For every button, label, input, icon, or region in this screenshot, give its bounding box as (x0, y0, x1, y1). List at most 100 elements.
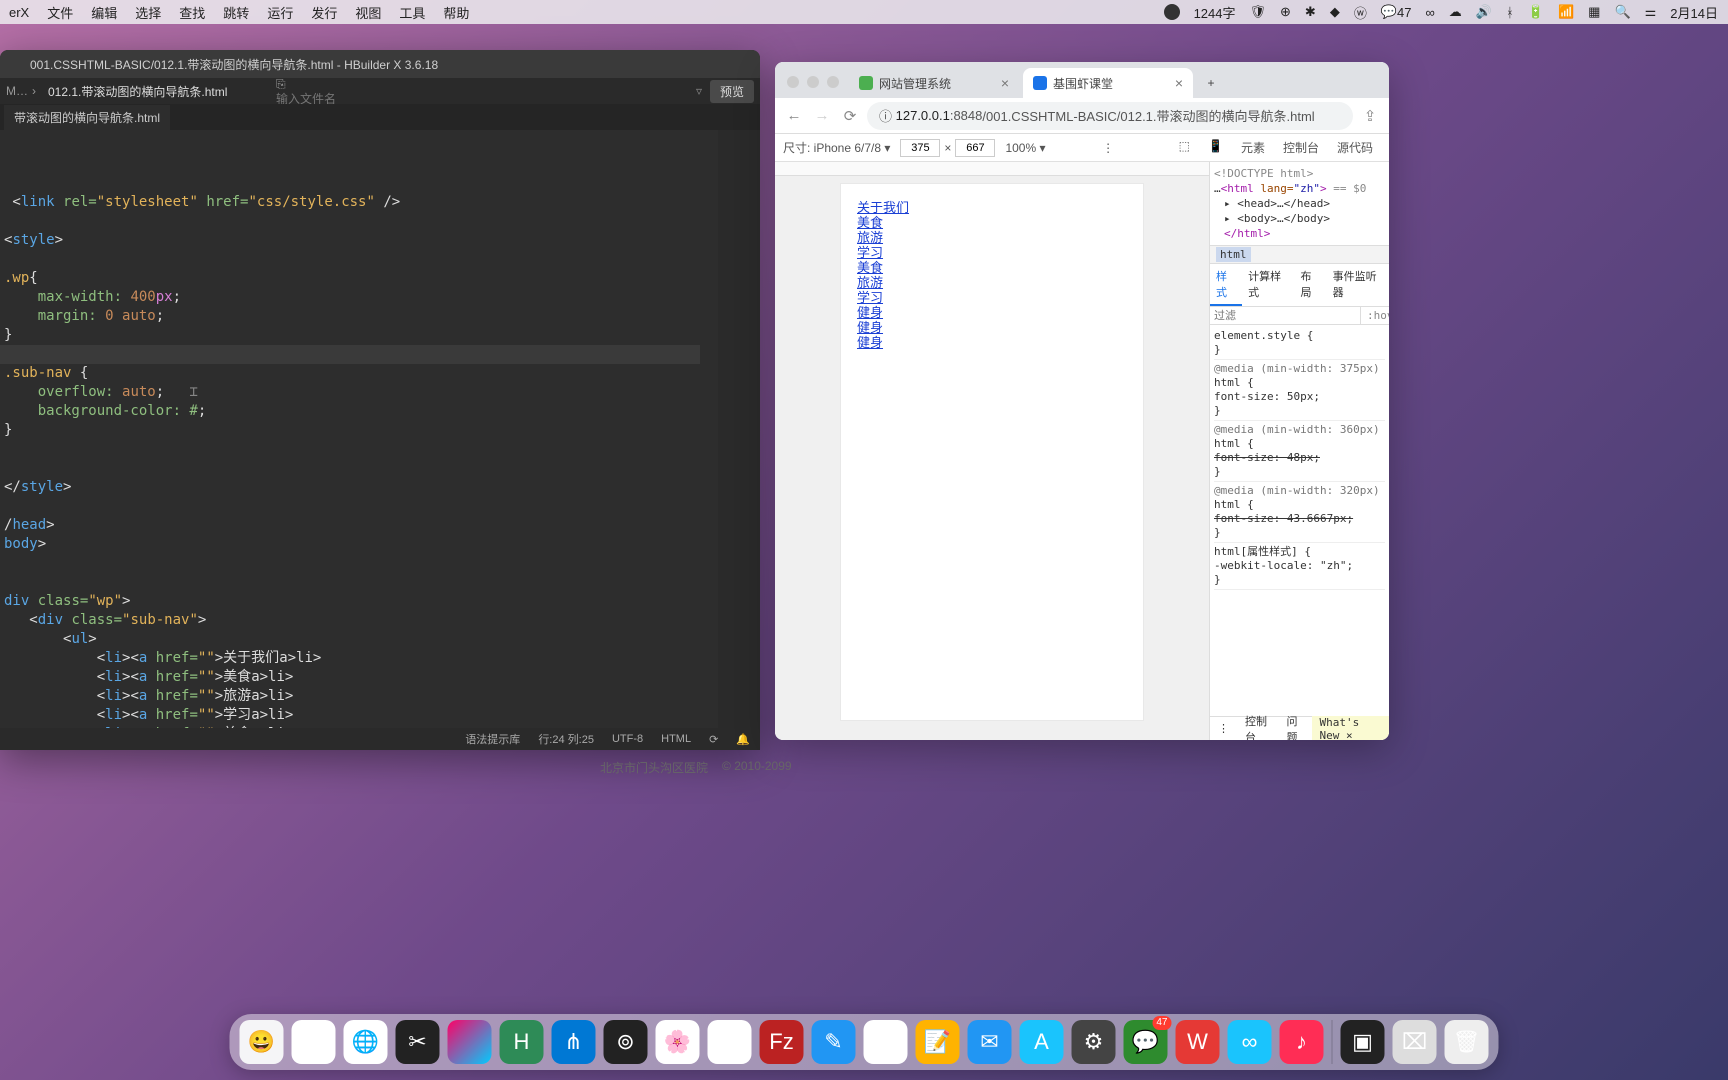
status-icon[interactable]: ∞ (1426, 5, 1435, 20)
device-icon[interactable]: 📱 (1200, 135, 1231, 160)
panel-sources[interactable]: 源代码 (1329, 135, 1381, 160)
tab-listeners[interactable]: 事件监听器 (1327, 264, 1389, 306)
nav-link[interactable]: 健身 (857, 305, 1127, 320)
battery-icon[interactable]: 🔋 (1528, 4, 1544, 20)
editor-tab[interactable]: 带滚动图的横向导航条.html (4, 105, 170, 130)
traffic-lights[interactable] (783, 76, 849, 98)
menu-edit[interactable]: 编辑 (82, 3, 126, 22)
dom-breadcrumb[interactable]: html (1210, 246, 1389, 264)
hov-toggle[interactable]: :hov (1360, 307, 1389, 324)
viewport-width-input[interactable] (900, 139, 940, 157)
styles-filter-input[interactable] (1210, 307, 1360, 324)
browser-tab-active[interactable]: 基围虾课堂× (1023, 68, 1193, 98)
back-button[interactable]: ← (783, 105, 805, 127)
page-preview[interactable]: 关于我们美食旅游学习美食旅游学习健身健身健身 (841, 184, 1143, 720)
nav-link[interactable]: 关于我们 (857, 200, 1127, 215)
share-icon[interactable]: ⇪ (1359, 105, 1381, 127)
dock-app[interactable]: 📝 (916, 1020, 960, 1064)
nav-link[interactable]: 学习 (857, 290, 1127, 305)
drawer-more-icon[interactable]: ⋮ (1210, 722, 1237, 735)
device-select[interactable]: 尺寸: iPhone 6/7/8 ▾ (783, 139, 890, 156)
panel-console[interactable]: 控制台 (1275, 135, 1327, 160)
dock-app[interactable]: 🌸 (656, 1020, 700, 1064)
dock-app[interactable]: A (1020, 1020, 1064, 1064)
code-editor[interactable]: <link rel="stylesheet" href="css/style.c… (0, 130, 760, 728)
more-icon[interactable]: ⋮ (1102, 141, 1114, 155)
close-tab-icon[interactable]: × (1175, 75, 1183, 91)
status-icon[interactable]: ☁ (1449, 4, 1462, 20)
dock-app[interactable]: ⊚ (604, 1020, 648, 1064)
preview-button[interactable]: 预览 (710, 80, 754, 103)
nav-link[interactable]: 健身 (857, 335, 1127, 350)
status-icon[interactable]: 🛡 (1250, 4, 1267, 20)
url-input[interactable]: ⓘ 127.0.0.1:8848/001.CSSHTML-BASIC/012.1… (867, 102, 1353, 130)
tab-computed[interactable]: 计算样式 (1242, 264, 1294, 306)
control-center-icon[interactable]: ⚌ (1645, 4, 1657, 20)
nav-link[interactable]: 美食 (857, 215, 1127, 230)
status-icon[interactable]: ◆ (1330, 4, 1340, 20)
css-rules[interactable]: element.style {}@media (min-width: 375px… (1210, 325, 1389, 716)
menu-view[interactable]: 视图 (346, 3, 390, 22)
dock-app[interactable]: ⋔ (552, 1020, 596, 1064)
inspect-icon[interactable]: ⬚ (1171, 135, 1198, 160)
menu-find[interactable]: 查找 (170, 3, 214, 22)
date[interactable]: 2月14日 (1670, 3, 1718, 22)
record-icon[interactable] (1164, 4, 1180, 20)
dock-app[interactable]: 😀 (240, 1020, 284, 1064)
drawer-console[interactable]: 控制台 (1237, 713, 1279, 741)
encoding[interactable]: UTF-8 (612, 733, 643, 745)
dock-app[interactable]: ⊞ (292, 1020, 336, 1064)
dock-app[interactable]: W (1176, 1020, 1220, 1064)
wechat-status-icon[interactable]: 💬 47 (1381, 4, 1412, 20)
dock-app[interactable]: ✂ (396, 1020, 440, 1064)
menu-file[interactable]: 文件 (38, 3, 82, 22)
nav-link[interactable]: 健身 (857, 320, 1127, 335)
nav-link[interactable]: 学习 (857, 245, 1127, 260)
drawer-whats-new[interactable]: What's New × (1312, 716, 1389, 741)
dock-app[interactable]: ∞ (1228, 1020, 1272, 1064)
tab-styles[interactable]: 样式 (1210, 264, 1242, 306)
tab-layout[interactable]: 布局 (1294, 264, 1326, 306)
status-icon[interactable]: ▦ (1588, 4, 1600, 20)
close-tab-icon[interactable]: × (1001, 75, 1009, 91)
filter-icon[interactable]: ▿ (696, 84, 702, 98)
forward-button[interactable]: → (811, 105, 833, 127)
sync-icon[interactable]: ⟳ (709, 733, 718, 746)
dock-app[interactable]: ▣ (1341, 1020, 1385, 1064)
status-icon[interactable]: ⓦ (1354, 3, 1367, 22)
zoom-select[interactable]: 100% ▾ (1005, 141, 1045, 155)
crumb-root[interactable]: M… (6, 84, 28, 98)
dock-app[interactable] (448, 1020, 492, 1064)
dock-app[interactable]: ☰ (864, 1020, 908, 1064)
dock-app[interactable]: 🌐 (344, 1020, 388, 1064)
status-icon[interactable]: ✱ (1305, 4, 1316, 20)
viewport-height-input[interactable] (955, 139, 995, 157)
nav-link[interactable]: 旅游 (857, 275, 1127, 290)
menu-goto[interactable]: 跳转 (214, 3, 258, 22)
menu-help[interactable]: 帮助 (434, 3, 478, 22)
dock-app[interactable]: Fz (760, 1020, 804, 1064)
syntax-hint[interactable]: 语法提示库 (465, 731, 520, 747)
status-icon[interactable]: ⊕ (1280, 4, 1291, 20)
dom-tree[interactable]: <!DOCTYPE html> …<html lang="zh"> == $0 … (1210, 162, 1389, 246)
menu-tools[interactable]: 工具 (390, 3, 434, 22)
menu-run[interactable]: 运行 (258, 3, 302, 22)
browser-tab[interactable]: 网站管理系统× (849, 68, 1019, 98)
menu-select[interactable]: 选择 (126, 3, 170, 22)
dock-app[interactable]: 🗑 (1445, 1020, 1489, 1064)
dock-app[interactable]: ✎ (812, 1020, 856, 1064)
dock-app[interactable]: H (500, 1020, 544, 1064)
drawer-issues[interactable]: 问题 (1279, 713, 1312, 741)
panel-elements[interactable]: 元素 (1233, 135, 1273, 160)
nav-link[interactable]: 美食 (857, 260, 1127, 275)
dock-app[interactable]: ⚙ (1072, 1020, 1116, 1064)
crumb-file[interactable]: 012.1.带滚动图的横向导航条.html (40, 81, 235, 102)
menu-publish[interactable]: 发行 (302, 3, 346, 22)
bell-icon[interactable]: 🔔 (736, 733, 750, 746)
app-name[interactable]: erX (0, 5, 38, 20)
search-icon[interactable]: 🔍 (1614, 4, 1630, 20)
wifi-icon[interactable]: 📶 (1558, 4, 1574, 20)
bluetooth-icon[interactable]: ᚼ (1506, 5, 1514, 20)
nav-link[interactable]: 旅游 (857, 230, 1127, 245)
dock-app[interactable]: 14 (708, 1020, 752, 1064)
